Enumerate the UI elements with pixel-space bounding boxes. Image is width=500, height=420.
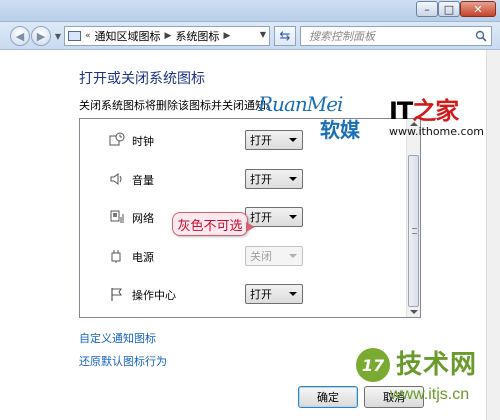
back-button[interactable]: ◀ bbox=[10, 26, 30, 46]
item-label-volume: 音量 bbox=[132, 174, 154, 187]
network-icon bbox=[110, 210, 124, 223]
action-center-behavior-select[interactable]: 打开 bbox=[245, 284, 303, 304]
minimize-button[interactable]: – bbox=[416, 1, 438, 17]
select-value: 打开 bbox=[250, 173, 272, 186]
item-label-clock: 时钟 bbox=[132, 135, 154, 148]
chevron-down-icon bbox=[289, 292, 297, 296]
forward-button[interactable]: ▶ bbox=[31, 26, 51, 46]
itjs-watermark: 17 技术网 www.itjs.cn bbox=[350, 340, 498, 416]
annotation-callout: 灰色不可选 bbox=[172, 212, 248, 236]
itjs-logo-cn: 技术网 bbox=[396, 350, 478, 380]
search-box[interactable] bbox=[300, 26, 492, 46]
chevron-right-icon[interactable]: ▶ bbox=[165, 31, 172, 41]
breadcrumb-notification-icons[interactable]: 通知区域图标 bbox=[95, 28, 161, 44]
flag-icon bbox=[111, 288, 122, 301]
list-item: 电源 关闭 bbox=[80, 246, 407, 266]
maximize-button[interactable]: □ bbox=[438, 1, 460, 17]
volume-behavior-select[interactable]: 打开 bbox=[245, 169, 303, 189]
ithome-logo-it: IT bbox=[389, 97, 413, 125]
chevron-down-icon[interactable]: ▼ bbox=[260, 30, 266, 39]
scroll-down-icon[interactable] bbox=[410, 310, 418, 314]
search-icon[interactable] bbox=[475, 30, 487, 42]
clock-icon bbox=[109, 132, 125, 146]
grip-icon bbox=[412, 228, 417, 234]
chevron-down-icon bbox=[289, 254, 297, 258]
scrollbar-thumb[interactable] bbox=[408, 155, 419, 307]
title-bar: – □ ✕ bbox=[0, 0, 500, 22]
control-panel-icon bbox=[68, 31, 81, 41]
chevron-right-icon[interactable]: ▶ bbox=[223, 31, 230, 41]
power-icon bbox=[111, 250, 121, 263]
list-item: 音量 打开 bbox=[80, 169, 407, 189]
chevron-down-icon bbox=[289, 177, 297, 181]
ithome-watermark: IT之家 www.ithome.com bbox=[389, 99, 495, 138]
search-input[interactable] bbox=[309, 29, 469, 43]
restore-default-icon-behavior-link[interactable]: 还原默认图标行为 bbox=[79, 353, 167, 369]
list-item: 操作中心 打开 bbox=[80, 284, 407, 304]
navigation-bar: ◀ ▶ ▼ « 通知区域图标 ▶ 系统图标 ▶ ▼ ⇆ bbox=[0, 22, 500, 50]
refresh-icon: ⇆ bbox=[279, 28, 291, 44]
refresh-button[interactable]: ⇆ bbox=[274, 26, 296, 46]
callout-pointer bbox=[246, 222, 255, 232]
customize-notification-icons-link[interactable]: 自定义通知图标 bbox=[79, 330, 156, 346]
item-label-action-center: 操作中心 bbox=[132, 289, 176, 302]
system-icons-list: 时钟 打开 音量 打开 网络 打开 电源 关闭 操作中心 打开 bbox=[79, 118, 421, 318]
item-label-network: 网络 bbox=[132, 212, 154, 225]
select-value: 打开 bbox=[250, 288, 272, 301]
chevron-down-icon bbox=[289, 215, 297, 219]
ruanmei-logo-text: RuanMei bbox=[258, 92, 343, 116]
ok-button[interactable]: 确定 bbox=[298, 386, 358, 408]
breadcrumb-overflow[interactable]: « bbox=[85, 31, 91, 41]
page-description: 关闭系统图标将删除该图标并关闭通知。 bbox=[79, 99, 277, 112]
itjs-url: www.itjs.cn bbox=[390, 386, 470, 403]
ruanmei-logo-cn: 软媒 bbox=[320, 118, 360, 142]
ithome-logo-home: 之家 bbox=[412, 97, 459, 125]
select-value: 关闭 bbox=[250, 250, 272, 263]
breadcrumb-system-icons[interactable]: 系统图标 bbox=[175, 28, 219, 44]
page-title: 打开或关闭系统图标 bbox=[79, 71, 205, 87]
list-scrollbar[interactable] bbox=[406, 119, 420, 317]
power-behavior-select: 关闭 bbox=[245, 246, 303, 266]
recent-pages-dropdown[interactable]: ▼ bbox=[53, 26, 63, 46]
close-button[interactable]: ✕ bbox=[460, 1, 496, 17]
ithome-url: www.ithome.com bbox=[389, 125, 485, 138]
ruanmei-watermark: RuanMei 软媒 bbox=[258, 92, 378, 143]
item-label-power: 电源 bbox=[132, 251, 154, 264]
itjs-badge: 17 bbox=[356, 348, 390, 382]
address-bar[interactable]: « 通知区域图标 ▶ 系统图标 ▶ ▼ bbox=[64, 26, 270, 46]
ithome-logo: IT之家 bbox=[389, 99, 495, 123]
volume-icon bbox=[110, 173, 122, 185]
